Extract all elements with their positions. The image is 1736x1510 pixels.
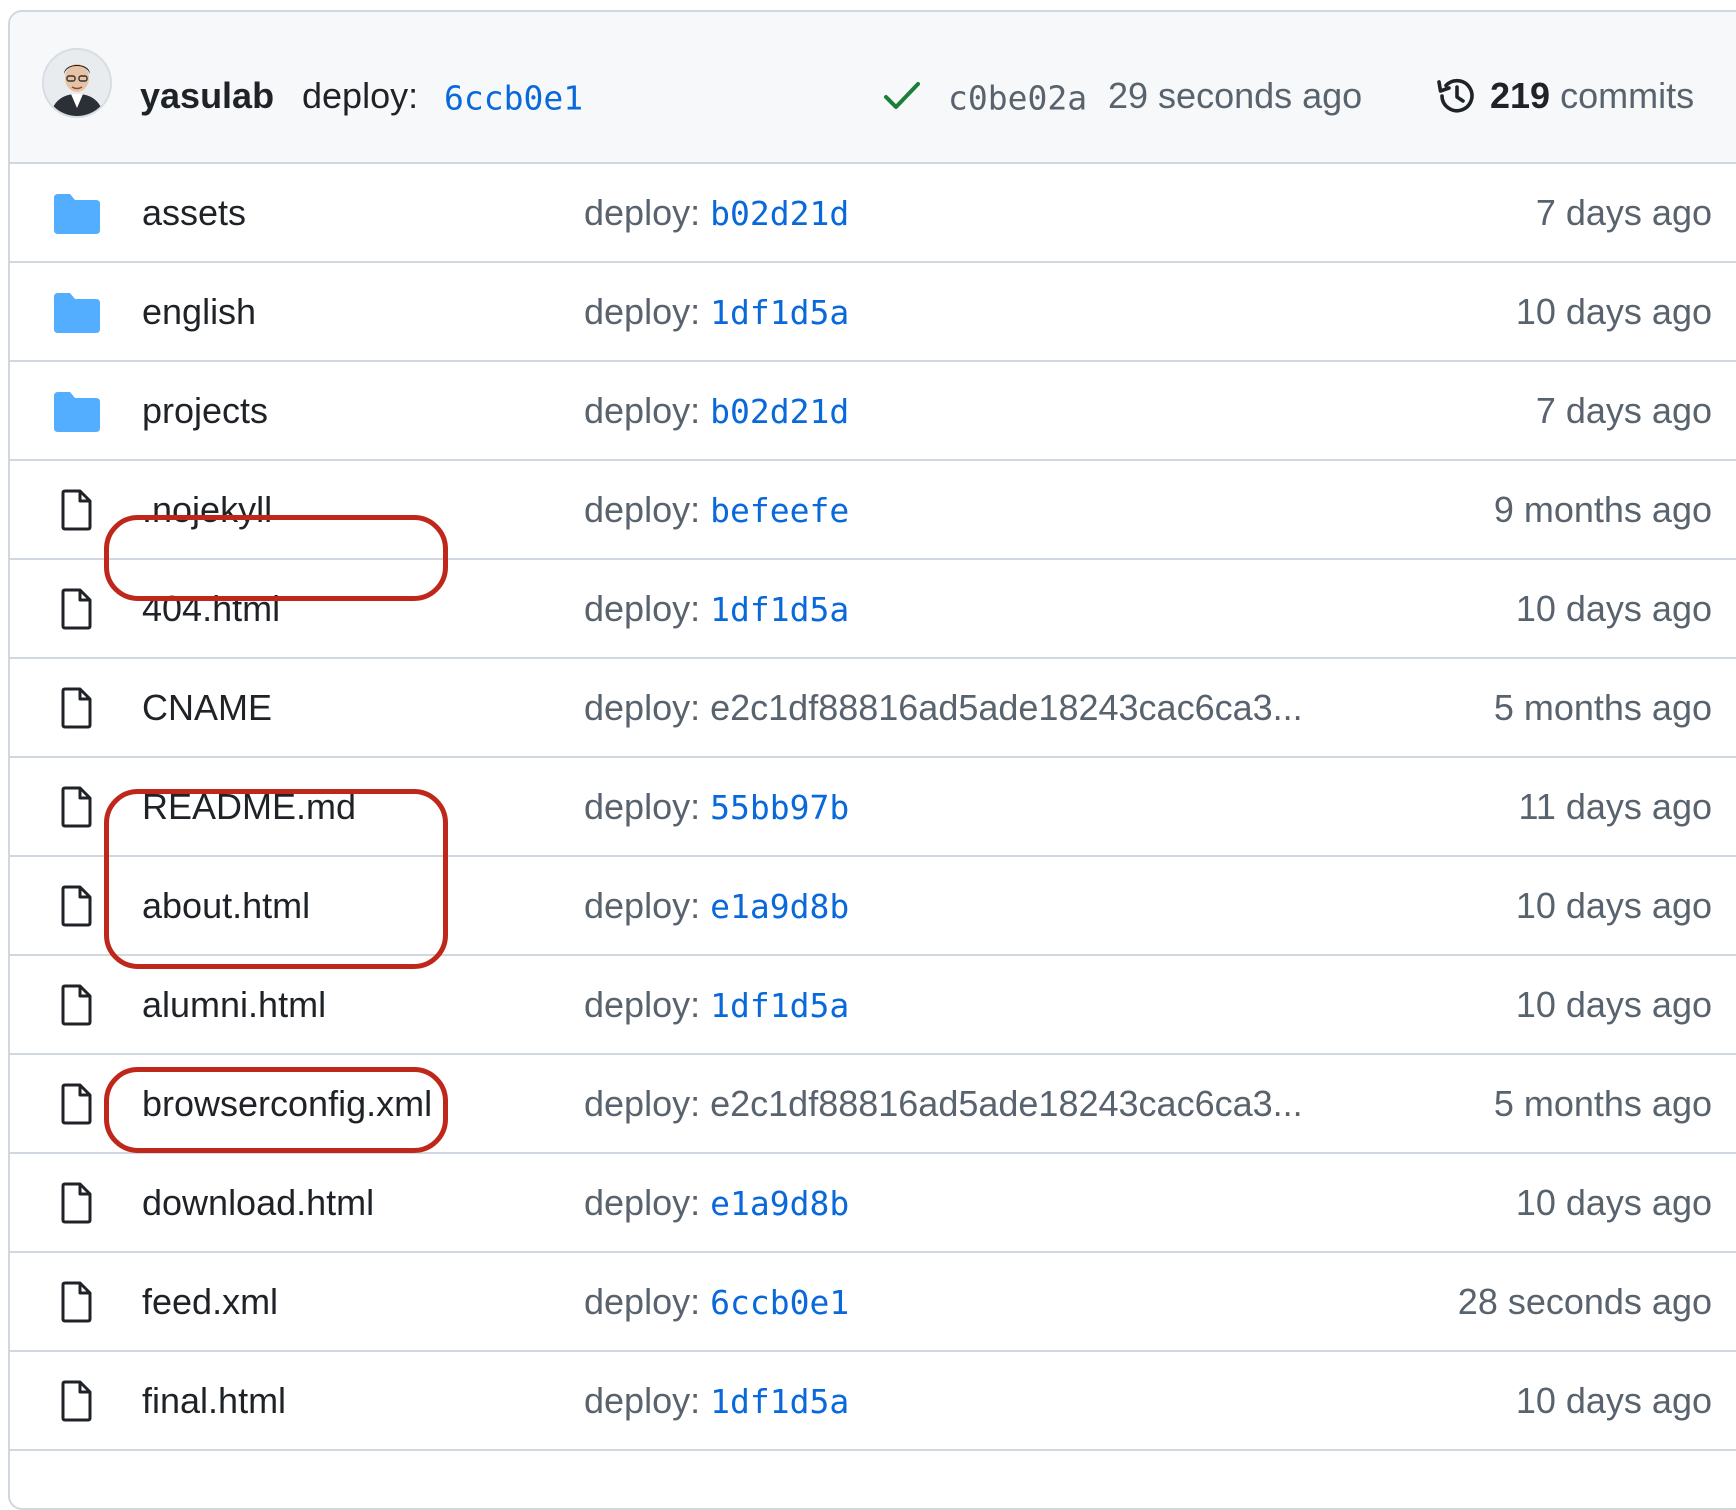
commit-hash-link[interactable]: b02d21d xyxy=(710,392,849,431)
file-commit-date: 10 days ago xyxy=(1515,884,1712,926)
file-name-link[interactable]: assets xyxy=(142,192,246,234)
file-name-link[interactable]: CNAME xyxy=(142,687,272,729)
file-commit-message[interactable]: deploy: 6ccb0e1 xyxy=(584,1281,849,1323)
commit-message-text: deploy: xyxy=(584,1280,701,1322)
author-avatar[interactable] xyxy=(42,48,112,118)
file-commit-message[interactable]: deploy: 1df1d5a xyxy=(584,984,849,1026)
file-name-link[interactable]: feed.xml xyxy=(142,1281,278,1323)
commit-message-text: deploy: xyxy=(584,686,701,728)
file-row[interactable]: download.html deploy: e1a9d8b 10 days ago xyxy=(10,1154,1736,1253)
commit-message-hash-link[interactable]: 6ccb0e1 xyxy=(444,79,583,118)
commit-hash-link[interactable]: 1df1d5a xyxy=(710,986,849,1025)
file-commit-date: 7 days ago xyxy=(1535,191,1712,233)
file-commit-message[interactable]: deploy: befeefe xyxy=(584,489,849,531)
commit-message-text: deploy: xyxy=(584,1379,701,1421)
file-row[interactable]: english deploy: 1df1d5a 10 days ago xyxy=(10,263,1736,362)
commits-label: commits xyxy=(1560,75,1695,116)
file-browser-panel: yasulab deploy: 6ccb0e1 c0be02a 29 secon… xyxy=(8,10,1736,1510)
file-commit-date: 10 days ago xyxy=(1515,587,1712,629)
commit-hash-link[interactable]: 1df1d5a xyxy=(710,1382,849,1421)
file-commit-message[interactable]: deploy: e2c1df88816ad5ade18243cac6ca3... xyxy=(584,687,1303,729)
folder-icon xyxy=(52,388,102,434)
file-row[interactable]: CNAME deploy: e2c1df88816ad5ade18243cac6c… xyxy=(10,659,1736,758)
commit-sha-link[interactable]: c0be02a xyxy=(948,79,1087,118)
file-icon xyxy=(52,883,102,929)
commit-message-text: deploy: xyxy=(584,191,701,233)
highlight-about-alumni xyxy=(104,789,448,969)
file-commit-message[interactable]: deploy: e1a9d8b xyxy=(584,885,849,927)
commit-message-text: deploy: xyxy=(584,488,701,530)
highlight-404 xyxy=(104,515,448,601)
folder-icon xyxy=(52,190,102,236)
file-commit-date: 10 days ago xyxy=(1515,290,1712,332)
commit-message-text: deploy: xyxy=(584,1082,701,1124)
commit-message-text: deploy: xyxy=(584,983,701,1025)
commit-message-text: deploy: xyxy=(584,587,701,629)
file-commit-message[interactable]: deploy: b02d21d xyxy=(584,192,849,234)
check-icon[interactable] xyxy=(882,78,922,114)
commit-hash-link[interactable]: e1a9d8b xyxy=(710,887,849,926)
commit-message-long[interactable]: e2c1df88816ad5ade18243cac6ca3... xyxy=(710,687,1303,728)
commit-hash-link[interactable]: befeefe xyxy=(710,491,849,530)
file-name-link[interactable]: download.html xyxy=(142,1182,374,1224)
file-name-link[interactable]: alumni.html xyxy=(142,984,326,1026)
commit-message-text: deploy: xyxy=(584,290,701,332)
history-icon[interactable] xyxy=(1434,74,1478,118)
latest-commit-bar: yasulab deploy: 6ccb0e1 c0be02a 29 secon… xyxy=(10,12,1736,164)
file-icon xyxy=(52,784,102,830)
file-icon xyxy=(52,1180,102,1226)
file-icon xyxy=(52,586,102,632)
file-commit-date: 9 months ago xyxy=(1493,488,1712,530)
commit-hash-link[interactable]: 55bb97b xyxy=(710,788,849,827)
file-commit-message[interactable]: deploy: 1df1d5a xyxy=(584,588,849,630)
file-commit-message[interactable]: deploy: e2c1df88816ad5ade18243cac6ca3... xyxy=(584,1083,1303,1125)
file-icon xyxy=(52,1279,102,1325)
file-icon xyxy=(52,685,102,731)
file-row[interactable]: assets deploy: b02d21d 7 days ago xyxy=(10,164,1736,263)
commit-hash-link[interactable]: 6ccb0e1 xyxy=(710,1283,849,1322)
file-icon xyxy=(52,487,102,533)
file-name-link[interactable]: final.html xyxy=(142,1380,286,1422)
file-row[interactable]: feed.xml deploy: 6ccb0e1 28 seconds ago xyxy=(10,1253,1736,1352)
commit-time: 29 seconds ago xyxy=(1108,75,1363,116)
folder-icon xyxy=(52,289,102,335)
file-commit-date: 5 months ago xyxy=(1493,1082,1712,1124)
file-row[interactable]: alumni.html deploy: 1df1d5a 10 days ago xyxy=(10,956,1736,1055)
file-commit-date: 10 days ago xyxy=(1515,983,1712,1025)
highlight-download xyxy=(104,1067,448,1153)
commit-message-text: deploy: xyxy=(584,1181,701,1223)
commit-message-text: deploy: xyxy=(584,389,701,431)
commit-message-text: deploy: xyxy=(584,884,701,926)
commit-hash-link[interactable]: e1a9d8b xyxy=(710,1184,849,1223)
file-commit-message[interactable]: deploy: 1df1d5a xyxy=(584,291,849,333)
file-icon xyxy=(52,1378,102,1424)
file-commit-date: 7 days ago xyxy=(1535,389,1712,431)
file-commit-date: 5 months ago xyxy=(1493,686,1712,728)
file-name-link[interactable]: english xyxy=(142,291,256,333)
file-commit-message[interactable]: deploy: b02d21d xyxy=(584,390,849,432)
commit-message-text: deploy: xyxy=(584,785,701,827)
file-icon xyxy=(52,1081,102,1127)
commit-author-link[interactable]: yasulab xyxy=(140,75,274,117)
file-commit-date: 28 seconds ago xyxy=(1457,1280,1712,1322)
commits-count: 219 xyxy=(1490,75,1551,116)
file-row[interactable]: projects deploy: b02d21d 7 days ago xyxy=(10,362,1736,461)
commit-hash-link[interactable]: 1df1d5a xyxy=(710,590,849,629)
commit-hash-link[interactable]: 1df1d5a xyxy=(710,293,849,332)
file-row[interactable]: final.html deploy: 1df1d5a 10 days ago xyxy=(10,1352,1736,1451)
commit-message: deploy: xyxy=(302,75,419,116)
file-commit-date: 10 days ago xyxy=(1515,1379,1712,1421)
file-commit-date: 11 days ago xyxy=(1518,785,1712,827)
file-commit-date: 10 days ago xyxy=(1515,1181,1712,1223)
file-commit-message[interactable]: deploy: 55bb97b xyxy=(584,786,849,828)
file-commit-message[interactable]: deploy: 1df1d5a xyxy=(584,1380,849,1422)
file-name-link[interactable]: projects xyxy=(142,390,268,432)
commit-hash-link[interactable]: b02d21d xyxy=(710,194,849,233)
commit-message-long[interactable]: e2c1df88816ad5ade18243cac6ca3... xyxy=(710,1083,1303,1124)
file-commit-message[interactable]: deploy: e1a9d8b xyxy=(584,1182,849,1224)
file-icon xyxy=(52,982,102,1028)
commits-link[interactable]: 219 commits xyxy=(1490,75,1694,117)
